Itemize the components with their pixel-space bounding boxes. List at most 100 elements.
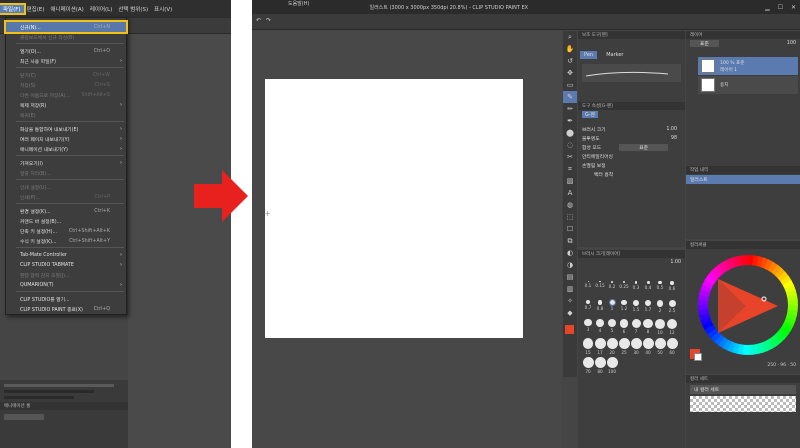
file-menu-item[interactable]: 신규(N)... Ctrl+N (4, 20, 128, 34)
brush-size-option[interactable]: 17 (594, 337, 606, 355)
brush-size-option[interactable]: 20 (606, 337, 618, 355)
redo-icon[interactable]: ↷ (266, 17, 271, 24)
decoration-tool-icon[interactable]: ✧ (563, 295, 577, 307)
brush-size-option[interactable]: 2.5 (666, 299, 678, 315)
opacity-row[interactable]: 불투명도 98 (578, 134, 685, 143)
brush-size-option[interactable]: 0.2 (606, 280, 618, 296)
brush-size-option[interactable]: 0.1 (582, 280, 594, 296)
close-icon[interactable]: ✕ (791, 4, 796, 11)
pen-tool-icon[interactable]: ✎ (563, 91, 577, 103)
brush-size-option[interactable]: 0.5 (654, 280, 666, 296)
pencil-tool-icon[interactable]: ✏ (563, 103, 577, 115)
brush-size-option[interactable]: 10 (654, 318, 666, 335)
brush-size-option[interactable]: 1 (606, 299, 618, 315)
eyedrop-tool-icon[interactable]: ◐ (563, 247, 577, 259)
move-tool-icon[interactable]: ✥ (563, 67, 577, 79)
file-menu-item[interactable]: 인쇄(P)... Ctrl+P (6, 192, 126, 202)
brush-size-option[interactable]: 0.7 (582, 299, 594, 315)
brush-size-option[interactable]: 1.7 (642, 299, 654, 315)
brush-size-option[interactable]: 0.3 (630, 280, 642, 296)
brush-size-option[interactable]: 50 (654, 337, 666, 355)
brush-size-option[interactable]: 5 (606, 318, 618, 334)
stabilization-row[interactable]: 손떨림 보정 (578, 161, 685, 170)
brush-size-option[interactable]: 1.2 (618, 299, 630, 315)
history-item[interactable]: 일러스트 (686, 175, 800, 184)
frame-tool-icon[interactable]: ⬚ (563, 211, 577, 223)
brush-size-option[interactable]: 60 (666, 337, 678, 355)
menu-item[interactable]: 편집(E) (24, 5, 48, 13)
file-menu-item[interactable]: CLIP STUDIO TABMATE › (6, 260, 126, 270)
sub-color-swatch[interactable] (694, 353, 702, 361)
brush-size-option[interactable]: 100 (606, 356, 618, 374)
brush-size-option[interactable]: 4 (594, 318, 606, 334)
brush-size-option[interactable]: 1.5 (630, 299, 642, 315)
brush-size-option[interactable]: 12 (666, 318, 678, 335)
file-menu-item[interactable]: 인쇄 설정(U)... (6, 182, 126, 192)
color-set-select[interactable]: 내 컬러 세트 (690, 385, 796, 394)
color-indicator[interactable] (565, 325, 574, 334)
brush-size-option[interactable]: 2 (654, 299, 666, 315)
antialias-row[interactable]: 안티에일리어싱 (578, 152, 685, 161)
brush-size-option[interactable]: 25 (618, 337, 630, 355)
file-menu-item[interactable]: 저장(S) Ctrl+S (6, 80, 126, 90)
layer-row[interactable]: 용지 (698, 76, 798, 94)
brush-size-row[interactable]: 브러시 크기 1.00 (578, 125, 685, 134)
file-menu-item[interactable]: 애니메이션 내보내기(Y) › (6, 144, 126, 154)
brush-size-option[interactable]: 0.8 (594, 299, 606, 315)
menu-item[interactable]: 표시(V) (151, 5, 175, 13)
brush-size-option[interactable]: 15 (582, 337, 594, 355)
tab-pen[interactable]: Pen (580, 51, 598, 59)
blend-mode-row[interactable]: 합성 모드 표준 (578, 143, 685, 152)
select-tool-icon[interactable]: ▭ (563, 79, 577, 91)
zoom-tool-icon[interactable]: ⌕ (563, 31, 577, 43)
figure-tool-icon[interactable]: ▤ (563, 271, 577, 283)
canvas[interactable] (265, 79, 523, 338)
file-menu-item[interactable]: 열기(O)... Ctrl+O (6, 46, 126, 56)
color-swatches[interactable] (690, 396, 796, 412)
brush-size-option[interactable]: 80 (594, 356, 606, 374)
brush-size-option[interactable]: 7 (630, 318, 642, 334)
correct-tool-icon[interactable]: ◆ (563, 307, 577, 319)
file-menu-item[interactable]: CLIP STUDIO PAINT 종료(X) Ctrl+Q (6, 304, 126, 314)
brush-tool-icon[interactable]: ✒ (563, 115, 577, 127)
layer-blend-row[interactable]: 표준 100 (686, 39, 800, 48)
hand-tool-icon[interactable]: ✋ (563, 43, 577, 55)
brush-size-option[interactable]: 6 (618, 318, 630, 334)
file-menu-item[interactable]: 커맨드 바 설정(B)... (6, 216, 126, 226)
brush-size-option[interactable]: 30 (630, 337, 642, 355)
file-menu-item[interactable]: 수식 키 설정(K)... Ctrl+Shift+Alt+Y (6, 236, 126, 246)
file-menu-item[interactable]: 클립보드에서 신규 작성(B) (6, 32, 126, 42)
brush-size-option[interactable]: 0.6 (666, 280, 678, 296)
file-menu-item[interactable]: 여러 페이지 내보내기(Y) › (6, 134, 126, 144)
brush-size-slider[interactable]: 1.00 (578, 258, 685, 267)
brush-size-option[interactable]: 0.25 (618, 280, 630, 296)
file-menu-item[interactable]: Tab-Mate Controller › (6, 250, 126, 260)
blend-tool-icon[interactable]: ◌ (563, 139, 577, 151)
brush-size-option[interactable]: 70 (582, 356, 594, 374)
file-menu-item[interactable]: 펜탭 압력 감지 조절(J)... (6, 270, 126, 280)
layer-tool-icon[interactable]: ⧉ (563, 235, 577, 247)
file-menu-item[interactable]: 닫기(C) Ctrl+W (6, 70, 126, 80)
menu-item[interactable]: 애니메이션(A) (47, 5, 86, 13)
menu-help[interactable]: 도움말(H) (288, 0, 309, 14)
file-menu-item[interactable]: 화상을 통합하여 내보내기(E) › (6, 124, 126, 134)
ruler-tool-icon[interactable]: ⌗ (563, 163, 577, 175)
file-menu-item[interactable]: 환경 설정(K)... Ctrl+K (6, 206, 126, 216)
shape-tool-icon[interactable]: ☐ (563, 223, 577, 235)
balloon-tool-icon[interactable]: ▥ (563, 283, 577, 295)
menu-item[interactable]: 파일(F) (0, 3, 26, 15)
file-menu-item[interactable]: 복제 저장(R) › (6, 100, 126, 110)
file-menu-item[interactable]: 최근 사용 파일(F) › (6, 56, 126, 66)
eraser-tool-icon[interactable]: ◑ (563, 259, 577, 271)
menu-item[interactable]: 레이어(L) (87, 5, 116, 13)
file-menu-item[interactable]: QUMARION(T) › (6, 280, 126, 290)
fill-tool-icon[interactable]: ▧ (563, 175, 577, 187)
cut-tool-icon[interactable]: ✂ (563, 151, 577, 163)
text-tool-icon[interactable]: A (563, 187, 577, 199)
rotate-tool-icon[interactable]: ↺ (563, 55, 577, 67)
file-menu-item[interactable]: CLIP STUDIO를 열기... (6, 294, 126, 304)
brush-size-option[interactable]: 3 (582, 318, 594, 334)
gradient-tool-icon[interactable]: ◍ (563, 199, 577, 211)
minimize-icon[interactable]: ▁ (765, 4, 770, 11)
file-menu-item[interactable]: 단축 키 설정(H)... Ctrl+Shift+Alt+K (6, 226, 126, 236)
